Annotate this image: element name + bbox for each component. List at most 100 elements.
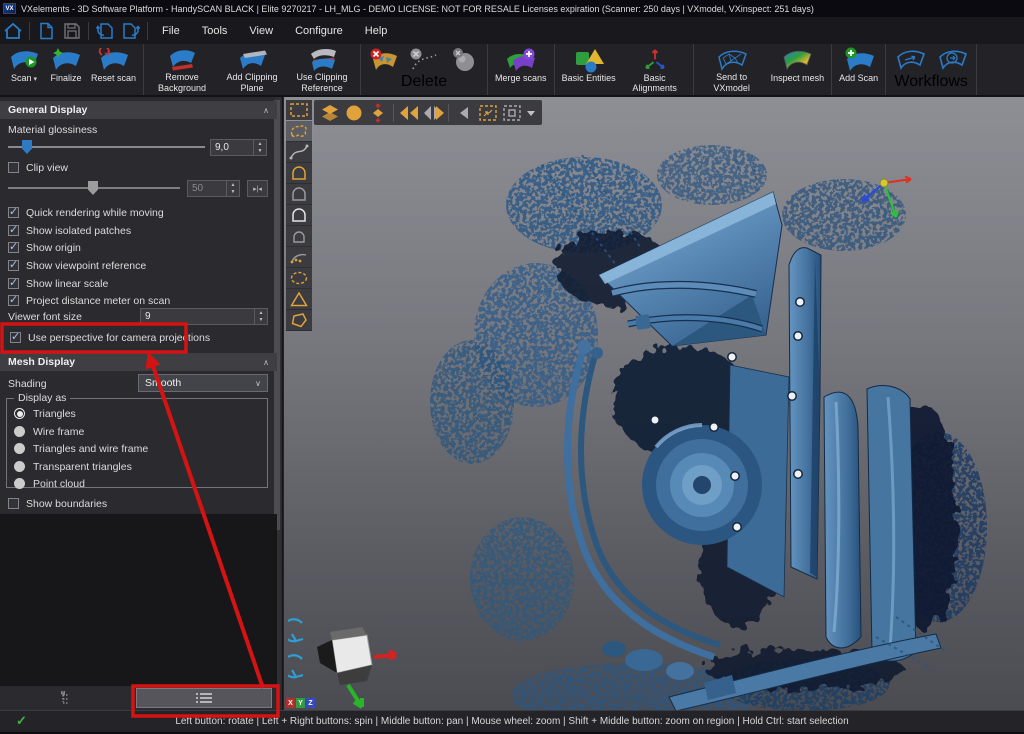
scan-button[interactable]: Scan▾ bbox=[3, 46, 45, 93]
vxelements-window: VX VXelements - 3D Software Platform - H… bbox=[0, 0, 1024, 734]
scan-dropdown-caret[interactable]: ▾ bbox=[34, 76, 38, 83]
spin-up-icon[interactable]: ▲ bbox=[254, 140, 266, 148]
checkbox-show-boundaries[interactable]: Show boundaries bbox=[8, 497, 107, 510]
spin-up-icon[interactable]: ▲ bbox=[255, 309, 267, 317]
menu-tools[interactable]: Tools bbox=[191, 17, 239, 44]
status-bar: ✓ Left button: rotate | Left + Right but… bbox=[0, 710, 1024, 734]
checkbox-show-origin[interactable]: ✓ Show origin bbox=[8, 241, 81, 254]
axis-z-badge: Z bbox=[306, 698, 315, 708]
finalize-button[interactable]: Finalize bbox=[45, 46, 87, 93]
tree-view-tab[interactable] bbox=[2, 688, 132, 708]
layers-view-button[interactable] bbox=[318, 102, 342, 124]
import-scan-icon[interactable] bbox=[92, 20, 118, 42]
checkbox-quick-rendering[interactable]: ✓ Quick rendering while moving bbox=[8, 206, 164, 219]
radio-triangles-wire-frame[interactable]: Triangles and wire frame bbox=[14, 442, 148, 455]
collapse-chevron-icon: ∧ bbox=[263, 106, 269, 115]
sphere-view-button[interactable] bbox=[342, 102, 366, 124]
basic-entities-button[interactable]: Basic Entities bbox=[558, 46, 620, 93]
material-glossiness-label: Material glossiness bbox=[8, 124, 97, 136]
list-view-tab[interactable] bbox=[136, 688, 272, 708]
clip-view-checkbox[interactable]: Clip view bbox=[8, 161, 68, 174]
previous-view-button[interactable] bbox=[397, 102, 421, 124]
radio-button bbox=[14, 408, 25, 419]
next-view-button[interactable] bbox=[421, 102, 445, 124]
mesh-display-header[interactable]: Mesh Display ∧ bbox=[0, 353, 277, 371]
arch-select-tool-3[interactable] bbox=[286, 205, 312, 226]
axis-y-badge: Y bbox=[296, 698, 305, 708]
radio-wire-frame[interactable]: Wire frame bbox=[14, 425, 84, 438]
menu-view[interactable]: View bbox=[238, 17, 284, 44]
arch-select-tool-1[interactable] bbox=[286, 163, 312, 184]
axis-badges[interactable]: X Y Z bbox=[286, 698, 316, 708]
add-clipping-plane-button[interactable]: Add Clipping Plane bbox=[217, 46, 287, 93]
workflow-scan-button[interactable] bbox=[889, 46, 931, 73]
checkbox-show-isolated-patches[interactable]: ✓ Show isolated patches bbox=[8, 224, 131, 237]
workflows-group: Workflows bbox=[889, 46, 973, 93]
delete-scan-button[interactable] bbox=[364, 46, 404, 73]
zoom-selection-button[interactable] bbox=[500, 102, 524, 124]
send-to-vxmodel-button[interactable]: Send to VXmodel bbox=[697, 46, 767, 93]
selection-tools-toolbar bbox=[286, 100, 312, 331]
export-scan-icon[interactable] bbox=[118, 20, 144, 42]
checkbox-show-linear-scale[interactable]: ✓ Show linear scale bbox=[8, 277, 108, 290]
clip-view-spinbox[interactable]: 50 ▲▼ bbox=[187, 180, 240, 197]
checkbox-box: ✓ bbox=[8, 207, 19, 218]
spline-select-tool[interactable] bbox=[286, 142, 312, 163]
arch-select-tool-2[interactable] bbox=[286, 184, 312, 205]
curve-select-tool[interactable] bbox=[286, 247, 312, 268]
send-to-vxmodel-icon bbox=[715, 47, 749, 72]
panel-tab-strip bbox=[0, 686, 277, 710]
menu-configure[interactable]: Configure bbox=[284, 17, 354, 44]
ellipse-select-tool[interactable] bbox=[286, 268, 312, 289]
navigation-cube[interactable] bbox=[288, 615, 408, 710]
window-title: VXelements - 3D Software Platform - Hand… bbox=[21, 4, 814, 14]
arch-select-tool-4[interactable] bbox=[286, 226, 312, 247]
checkbox-box bbox=[8, 162, 19, 173]
viewer-font-size-spinbox[interactable]: 9 ▲▼ bbox=[140, 308, 268, 325]
basic-alignments-button[interactable]: Basic Alignments bbox=[620, 46, 690, 93]
checkbox-project-distance-meter[interactable]: ✓ Project distance meter on scan bbox=[8, 294, 170, 307]
radio-triangles[interactable]: Triangles bbox=[14, 407, 76, 420]
save-session-icon[interactable] bbox=[59, 20, 85, 42]
more-tools-chevron-icon[interactable] bbox=[524, 102, 538, 124]
display-as-label: Display as bbox=[14, 392, 70, 404]
general-display-header[interactable]: General Display ∧ bbox=[0, 101, 277, 119]
radio-point-cloud[interactable]: Point cloud bbox=[14, 477, 85, 490]
zoom-region-button[interactable] bbox=[476, 102, 500, 124]
checkbox-show-viewpoint-reference[interactable]: ✓ Show viewpoint reference bbox=[8, 259, 146, 272]
radio-transparent-triangles[interactable]: Transparent triangles bbox=[14, 460, 132, 473]
polygon-select-tool[interactable] bbox=[286, 310, 312, 331]
menu-file[interactable]: File bbox=[151, 17, 191, 44]
reset-scan-button[interactable]: Reset scan bbox=[87, 46, 140, 93]
inspect-mesh-button[interactable]: Inspect mesh bbox=[767, 46, 829, 93]
delete-sphere-button[interactable] bbox=[444, 46, 484, 73]
material-glossiness-slider-thumb[interactable] bbox=[22, 140, 32, 154]
spin-down-icon[interactable]: ▼ bbox=[254, 148, 266, 156]
new-session-icon[interactable] bbox=[33, 20, 59, 42]
delete-curve-button[interactable] bbox=[404, 46, 444, 73]
clip-flip-button[interactable]: ▸|◂ bbox=[247, 180, 268, 197]
workflow-mesh-button[interactable] bbox=[931, 46, 973, 73]
remove-background-button[interactable]: Remove Background bbox=[147, 46, 217, 93]
menu-help[interactable]: Help bbox=[354, 17, 399, 44]
triangle-select-tool[interactable] bbox=[286, 289, 312, 310]
viewport-3d[interactable]: X Y Z bbox=[284, 97, 1024, 710]
checkbox-use-perspective[interactable]: ✓ Use perspective for camera projections bbox=[10, 331, 210, 344]
merge-scans-button[interactable]: Merge scans bbox=[491, 46, 551, 93]
remove-background-icon bbox=[165, 47, 199, 72]
freeform-select-tool[interactable] bbox=[286, 121, 312, 142]
material-glossiness-slider-track[interactable] bbox=[8, 146, 205, 148]
fit-view-button[interactable] bbox=[366, 102, 390, 124]
rectangle-select-tool[interactable] bbox=[286, 100, 312, 121]
spin-up-icon[interactable]: ▲ bbox=[227, 181, 239, 189]
back-view-button[interactable] bbox=[452, 102, 476, 124]
material-glossiness-spinbox[interactable]: 9,0 ▲▼ bbox=[210, 139, 267, 156]
add-scan-button[interactable]: Add Scan bbox=[835, 46, 882, 93]
spin-down-icon[interactable]: ▼ bbox=[255, 317, 267, 325]
delete-group: Delete bbox=[364, 46, 484, 93]
use-clipping-reference-button[interactable]: Use Clipping Reference bbox=[287, 46, 357, 93]
home-icon[interactable] bbox=[0, 20, 26, 42]
shading-dropdown[interactable]: Smooth ∨ bbox=[138, 374, 268, 392]
spin-down-icon[interactable]: ▼ bbox=[227, 189, 239, 197]
clip-view-slider-thumb[interactable] bbox=[88, 181, 98, 195]
